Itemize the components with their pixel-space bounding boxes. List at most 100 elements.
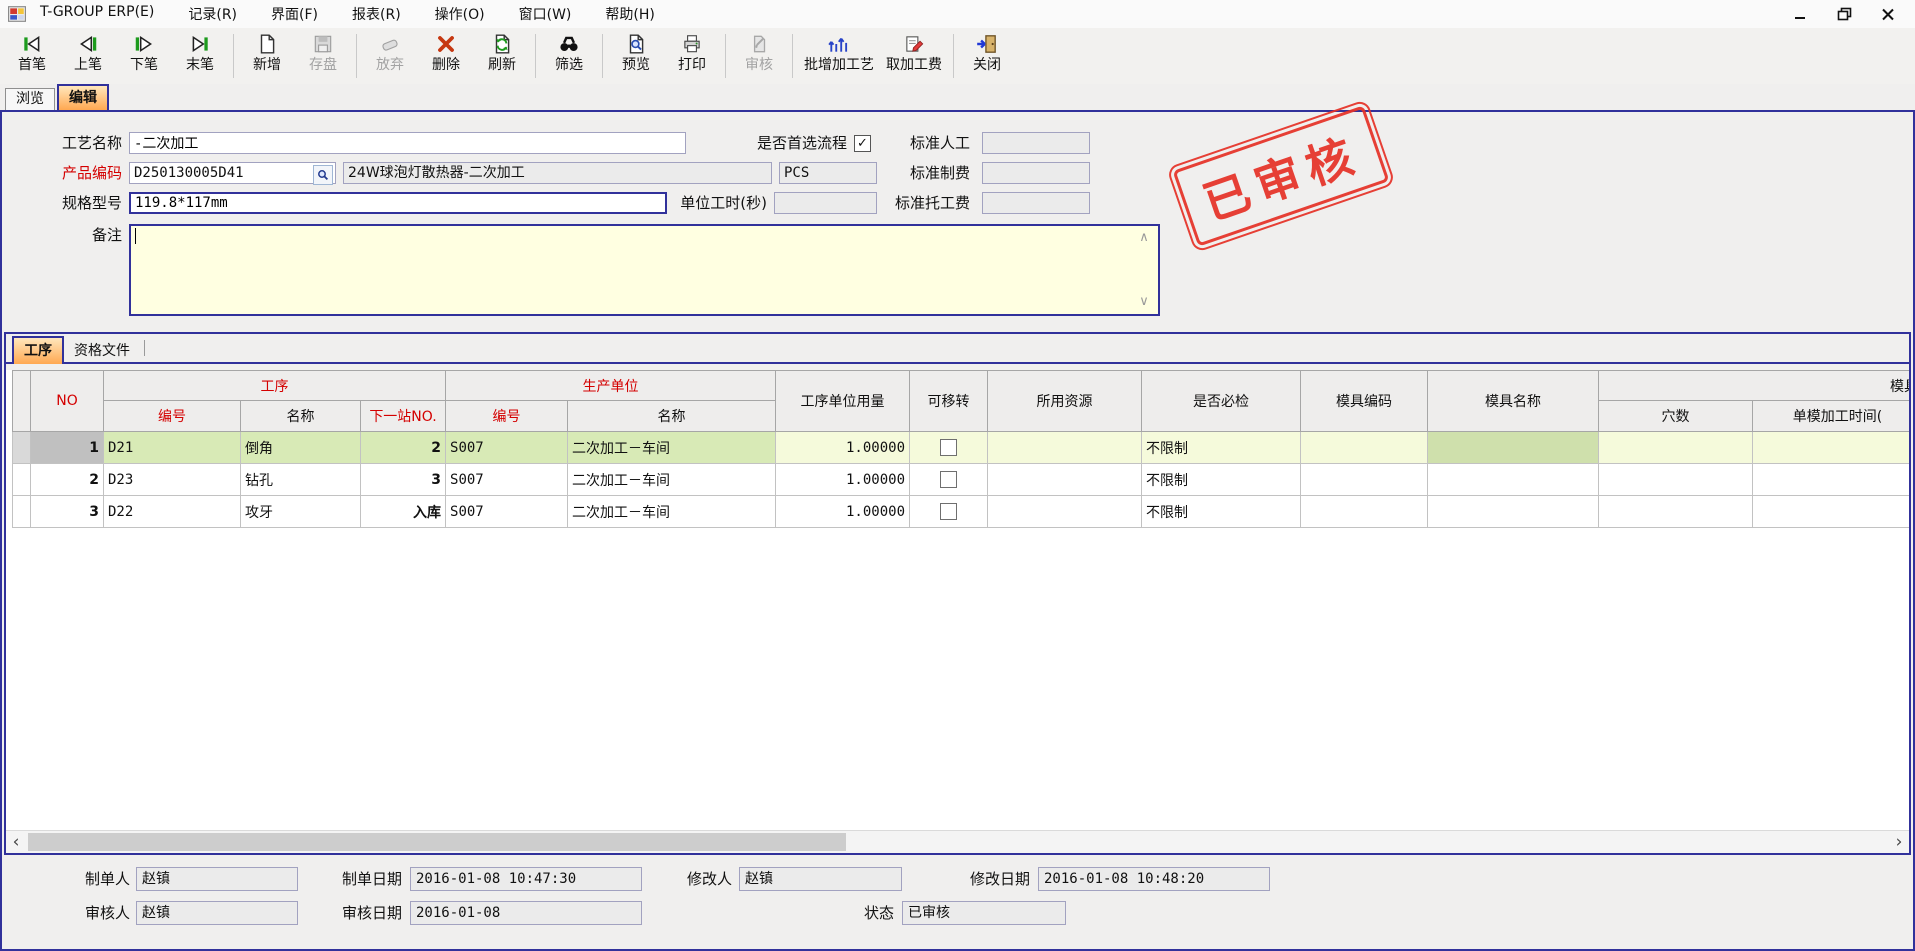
toolbar-button-label: 关闭 <box>973 56 1001 74</box>
refresh-icon <box>491 32 513 56</box>
cell-unit-name[interactable]: 二次加工－车间 <box>568 464 776 496</box>
cell-must-check[interactable]: 不限制 <box>1142 496 1301 528</box>
cell-resource[interactable] <box>988 432 1142 464</box>
cell-mold-code[interactable] <box>1301 464 1428 496</box>
horizontal-scrollbar[interactable]: ‹ › <box>6 830 1909 853</box>
cell-cavity[interactable] <box>1599 432 1753 464</box>
delete-icon <box>435 32 457 56</box>
detail-tab-0[interactable]: 工序 <box>12 336 64 364</box>
minimize-button[interactable] <box>1787 4 1813 24</box>
cell-resource[interactable] <box>988 496 1142 528</box>
menu-item-2[interactable]: 界面(F) <box>271 4 318 24</box>
cell-qty[interactable]: 1.00000 <box>776 464 910 496</box>
toolbar-button-3[interactable]: 末笔 <box>172 28 228 84</box>
cell-gx-name[interactable]: 钻孔 <box>241 464 361 496</box>
toolbar-button-9[interactable]: 筛选 <box>541 28 597 84</box>
cell-gx-code[interactable]: D23 <box>104 464 241 496</box>
menu-item-3[interactable]: 报表(R) <box>352 4 401 24</box>
cell-unit-name[interactable]: 二次加工－车间 <box>568 432 776 464</box>
header-cavity: 穴数 <box>1599 401 1753 432</box>
std-mfg-fee-label: 标准制费 <box>832 162 970 184</box>
scrollbar-thumb[interactable] <box>28 833 846 851</box>
movable-checkbox[interactable] <box>940 503 957 520</box>
cell-unit-code[interactable]: S007 <box>446 496 568 528</box>
toolbar-button-label: 上笔 <box>74 56 102 74</box>
toolbar-button-11[interactable]: 打印 <box>664 28 720 84</box>
toolbar-button-8[interactable]: 刷新 <box>474 28 530 84</box>
product-code-input[interactable]: D250130005D41 <box>129 162 336 184</box>
restore-button[interactable] <box>1831 4 1857 24</box>
content-frame: 工艺名称 是否首选流程 ✓ 标准人工 产品编码 D250130005D41 24… <box>0 110 1915 951</box>
scroll-left-icon[interactable]: ‹ <box>6 831 26 853</box>
menu-item-5[interactable]: 窗口(W) <box>519 4 572 24</box>
toolbar-button-label: 放弃 <box>376 56 404 74</box>
memo-scroll-up-icon[interactable]: ∧ <box>1138 230 1150 245</box>
menu-item-1[interactable]: 记录(R) <box>188 4 237 24</box>
cell-no[interactable]: 1 <box>31 432 104 464</box>
cell-must-check[interactable]: 不限制 <box>1142 464 1301 496</box>
toolbar-button-14[interactable]: 取加工费 <box>880 28 948 84</box>
remarks-textarea[interactable] <box>129 224 1160 316</box>
cell-gx-name[interactable]: 倒角 <box>241 432 361 464</box>
cell-mold-name[interactable] <box>1428 496 1599 528</box>
cell-mold-name[interactable] <box>1428 432 1599 464</box>
row-selector-cell[interactable] <box>13 496 31 528</box>
movable-checkbox[interactable] <box>940 439 957 456</box>
process-name-input[interactable] <box>129 132 686 154</box>
menu-item-0[interactable]: T-GROUP ERP(E) <box>40 4 154 24</box>
table-row: 1D21倒角2S007二次加工－车间1.00000 不限制 <box>13 432 1910 464</box>
cell-cavity[interactable] <box>1599 464 1753 496</box>
cell-unit-name[interactable]: 二次加工－车间 <box>568 496 776 528</box>
cell-movable[interactable] <box>910 464 988 496</box>
row-selector-cell[interactable] <box>13 464 31 496</box>
memo-scroll-down-icon[interactable]: ∨ <box>1138 294 1150 309</box>
cell-no[interactable]: 3 <box>31 496 104 528</box>
cell-unit-code[interactable]: S007 <box>446 464 568 496</box>
toolbar-button-1[interactable]: 上笔 <box>60 28 116 84</box>
tab-divider <box>144 340 145 356</box>
cell-mold-time[interactable] <box>1753 432 1909 464</box>
process-name-label: 工艺名称 <box>12 132 122 154</box>
main-tab-1[interactable]: 编辑 <box>57 84 109 110</box>
toolbar-button-label: 取加工费 <box>886 56 942 74</box>
cell-gx-name[interactable]: 攻牙 <box>241 496 361 528</box>
cell-movable[interactable] <box>910 432 988 464</box>
cell-mold-time[interactable] <box>1753 496 1909 528</box>
cell-movable[interactable] <box>910 496 988 528</box>
cell-cavity[interactable] <box>1599 496 1753 528</box>
row-selector-cell[interactable] <box>13 432 31 464</box>
movable-checkbox[interactable] <box>940 471 957 488</box>
cell-next[interactable]: 3 <box>361 464 446 496</box>
cell-next[interactable]: 2 <box>361 432 446 464</box>
menu-item-4[interactable]: 操作(O) <box>435 4 485 24</box>
cell-resource[interactable] <box>988 464 1142 496</box>
toolbar-button-4[interactable]: 新增 <box>239 28 295 84</box>
cell-mold-name[interactable] <box>1428 464 1599 496</box>
cell-no[interactable]: 2 <box>31 464 104 496</box>
toolbar-button-label: 下笔 <box>130 56 158 74</box>
scroll-right-icon[interactable]: › <box>1889 831 1909 853</box>
toolbar-button-0[interactable]: 首笔 <box>4 28 60 84</box>
toolbar-button-2[interactable]: 下笔 <box>116 28 172 84</box>
cell-mold-code[interactable] <box>1301 432 1428 464</box>
cell-gx-code[interactable]: D21 <box>104 432 241 464</box>
cell-must-check[interactable]: 不限制 <box>1142 432 1301 464</box>
modifier-label: 修改人 <box>642 867 732 891</box>
cell-qty[interactable]: 1.00000 <box>776 432 910 464</box>
cell-next[interactable]: 入库 <box>361 496 446 528</box>
cell-mold-time[interactable] <box>1753 464 1909 496</box>
cell-mold-code[interactable] <box>1301 496 1428 528</box>
toolbar-button-10[interactable]: 预览 <box>608 28 664 84</box>
close-button[interactable] <box>1875 4 1901 24</box>
cell-qty[interactable]: 1.00000 <box>776 496 910 528</box>
product-lookup-button[interactable] <box>313 165 333 185</box>
toolbar-button-15[interactable]: 关闭 <box>959 28 1015 84</box>
detail-tab-1[interactable]: 资格文件 <box>64 340 140 362</box>
cell-unit-code[interactable]: S007 <box>446 432 568 464</box>
spec-input[interactable] <box>129 192 667 214</box>
toolbar-button-7[interactable]: 删除 <box>418 28 474 84</box>
toolbar-button-13[interactable]: 批增加工艺 <box>798 28 880 84</box>
menu-item-6[interactable]: 帮助(H) <box>605 4 654 24</box>
main-tab-0[interactable]: 浏览 <box>5 88 55 110</box>
cell-gx-code[interactable]: D22 <box>104 496 241 528</box>
